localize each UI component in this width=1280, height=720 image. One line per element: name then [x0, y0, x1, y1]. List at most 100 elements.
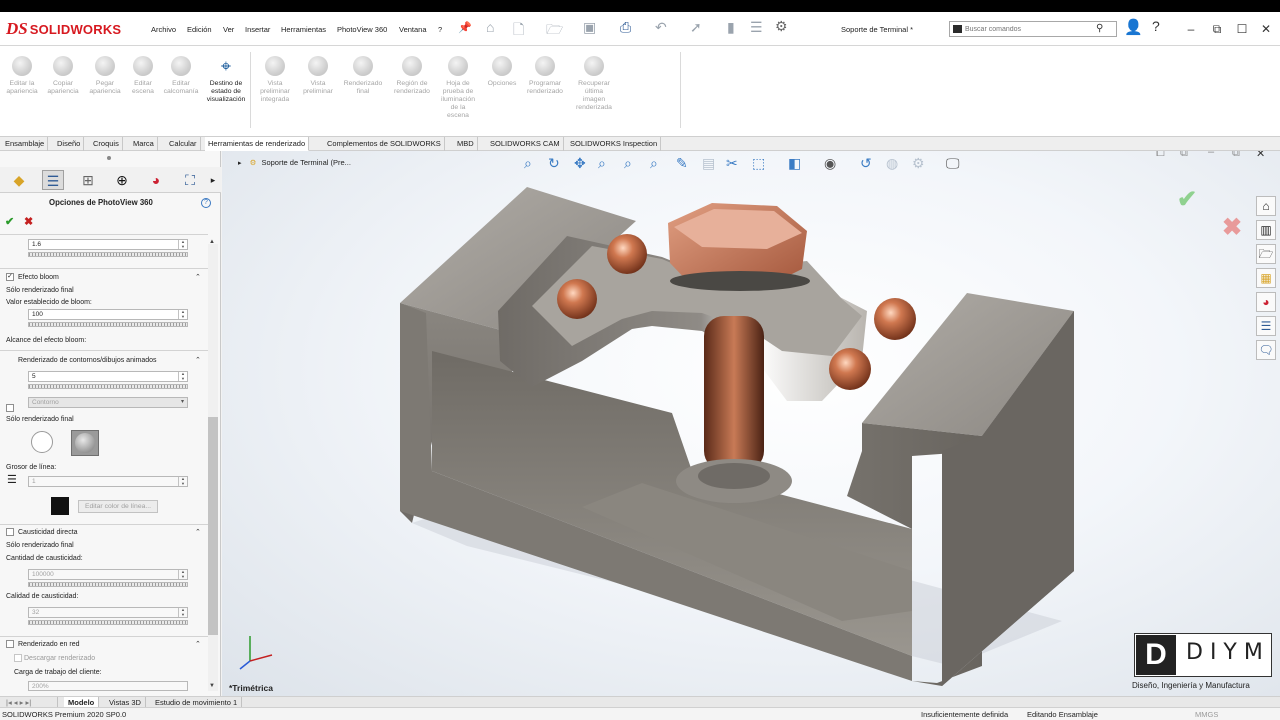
tab-4[interactable]: Calcular — [166, 137, 201, 151]
bloom-checkbox[interactable]: ✓ — [6, 273, 14, 281]
tab-1[interactable]: Diseño — [54, 137, 85, 151]
spin-icon[interactable]: ▲ ▼ — [178, 569, 187, 579]
contour-value-slider[interactable] — [28, 384, 188, 389]
search-commands-box[interactable]: ⚲ — [949, 21, 1117, 37]
menu-edicion[interactable]: Edición — [187, 25, 212, 34]
bloom-value-slider[interactable] — [28, 322, 188, 327]
panel-help-icon[interactable]: ? — [201, 198, 211, 208]
ribbon-button-4[interactable]: Editar calcomanía — [160, 52, 202, 96]
ok-checkmark-icon[interactable]: ✔ — [5, 215, 14, 228]
search-icon[interactable]: ⚲ — [1096, 23, 1103, 34]
ribbon-button-2[interactable]: Pegar apariencia — [85, 52, 125, 96]
file-properties-icon[interactable]: ☰ — [750, 19, 763, 36]
scroll-down-icon[interactable]: ▼ — [209, 683, 215, 689]
panel-scroll-thumb[interactable] — [208, 417, 218, 635]
menu-help[interactable]: ? — [438, 25, 442, 34]
menu-herramientas[interactable]: Herramientas — [281, 25, 326, 34]
menu-ventana[interactable]: Ventana — [399, 25, 427, 34]
options-gear-icon[interactable]: ⚙ — [775, 18, 788, 35]
solidworks-logo[interactable]: DS SOLIDWORKS — [6, 18, 121, 40]
collapse-caustic-icon[interactable]: ⌃ — [195, 528, 201, 536]
menu-photoview[interactable]: PhotoView 360 — [337, 25, 387, 34]
model-render[interactable] — [222, 151, 1280, 696]
top-value-field[interactable]: 1.6 ▲ ▼ — [28, 239, 188, 250]
tab-3[interactable]: Marca — [130, 137, 158, 151]
tab-9[interactable]: SOLIDWORKS Inspection — [567, 137, 662, 151]
display-manager-tab-icon[interactable]: ◕ — [145, 170, 167, 190]
close-icon[interactable]: ✕ — [1258, 21, 1274, 37]
ribbon-button-6[interactable]: Vista preliminar integrada — [254, 52, 296, 104]
pin-icon[interactable]: 📌 — [458, 21, 472, 34]
menu-ver[interactable]: Ver — [223, 25, 234, 34]
search-scope-icon[interactable] — [953, 25, 962, 33]
restore-icon[interactable]: ⧉ — [1209, 21, 1225, 37]
ribbon-button-10[interactable]: Hoja de prueba de iluminación de la escena — [436, 52, 480, 120]
ribbon-button-3[interactable]: Editar escena — [125, 52, 161, 96]
spin-icon[interactable]: ▲ ▼ — [178, 476, 187, 486]
contour-only-final-checkbox[interactable] — [6, 404, 14, 412]
help-icon[interactable]: ? — [1152, 18, 1160, 34]
ribbon-button-7[interactable]: Vista preliminar — [297, 52, 339, 96]
edit-line-color-button[interactable]: Editar color de línea... — [78, 500, 158, 513]
open-folder-icon[interactable]: 🗁 — [546, 19, 563, 43]
client-load-field[interactable]: 200% — [28, 681, 188, 691]
ribbon-button-5[interactable]: ⌖ Destino de estado de visualización — [203, 52, 249, 104]
tab-7[interactable]: MBD — [454, 137, 478, 151]
tabs-scroll-right-icon[interactable]: ▸ — [208, 170, 218, 190]
shaded-style-button[interactable] — [71, 430, 99, 456]
collapse-contour-icon[interactable]: ⌃ — [195, 356, 201, 364]
spin-icon[interactable]: ▲ ▼ — [178, 607, 187, 617]
ribbon-button-13[interactable]: Recuperar última imagen renderizada — [572, 52, 616, 112]
network-render-checkbox[interactable] — [6, 640, 14, 648]
menu-archivo[interactable]: Archivo — [151, 25, 176, 34]
user-icon[interactable]: 👤 — [1124, 18, 1143, 36]
scroll-up-icon[interactable]: ▲ — [209, 239, 215, 245]
search-input[interactable] — [965, 24, 1095, 34]
ribbon-button-11[interactable]: Opciones — [482, 52, 522, 88]
caustic-quality-field[interactable]: 32 ▲ ▼ — [28, 607, 188, 618]
contour-value-field[interactable]: 5 ▲ ▼ — [28, 371, 188, 382]
download-render-checkbox[interactable] — [14, 654, 22, 662]
spin-icon[interactable]: ▲ ▼ — [178, 239, 187, 249]
rebuild-icon[interactable]: ▮ — [727, 19, 735, 36]
ribbon-button-1[interactable]: Copiar apariencia — [43, 52, 83, 96]
home-icon[interactable]: ⌂ — [486, 19, 494, 35]
ribbon-button-8[interactable]: Renderizado final — [340, 52, 386, 96]
cancel-x-icon[interactable]: ✖ — [24, 215, 33, 228]
maximize-icon[interactable]: ☐ — [1234, 21, 1250, 37]
new-document-icon[interactable]: 🗋 — [513, 19, 524, 43]
configuration-manager-tab-icon[interactable]: ⊞ — [77, 170, 99, 190]
caustic-amount-field[interactable]: 100000 ▲ ▼ — [28, 569, 188, 580]
ribbon-button-0[interactable]: Editar la apariencia — [2, 52, 42, 96]
collapse-network-icon[interactable]: ⌃ — [195, 640, 201, 648]
spin-icon[interactable]: ▲ ▼ — [178, 309, 187, 319]
tab-2[interactable]: Croquis — [90, 137, 123, 151]
spin-icon[interactable]: ▲ ▼ — [178, 371, 187, 381]
contour-mode-select[interactable]: Contorno ▾ — [28, 397, 188, 408]
caustic-amount-slider[interactable] — [28, 582, 188, 587]
line-color-swatch[interactable] — [51, 497, 69, 515]
graphics-area[interactable]: ▸ ⚙ Soporte de Terminal (Pre... ⌕ ↻ ✥ ⌕ … — [222, 151, 1280, 696]
menu-insertar[interactable]: Insertar — [245, 25, 270, 34]
tab-6[interactable]: Complementos de SOLIDWORKS — [324, 137, 445, 151]
tab-5[interactable]: Herramientas de renderizado — [205, 137, 310, 151]
top-value-slider[interactable] — [28, 252, 188, 257]
line-thickness-field[interactable]: 1 ▲ ▼ — [28, 476, 188, 487]
status-units[interactable]: MMGS — [1195, 710, 1218, 719]
caustic-quality-slider[interactable] — [28, 620, 188, 625]
minimize-icon[interactable]: – — [1183, 21, 1199, 37]
outline-style-circle-icon[interactable] — [31, 431, 53, 453]
cam-tab-icon[interactable]: ⛶ — [179, 170, 201, 190]
dimxpert-tab-icon[interactable]: ⊕ — [111, 170, 133, 190]
ribbon-button-12[interactable]: Programar renderizado — [522, 52, 568, 96]
save-icon[interactable]: ▣ — [583, 19, 596, 36]
feature-manager-tab-icon[interactable]: ◆ — [8, 170, 30, 190]
select-arrow-icon[interactable]: ➚ — [690, 19, 702, 36]
property-manager-tab-icon[interactable]: ☰ — [42, 170, 64, 190]
caustic-checkbox[interactable] — [6, 528, 14, 536]
bloom-value-field[interactable]: 100 ▲ ▼ — [28, 309, 188, 320]
tab-0[interactable]: Ensamblaje — [2, 137, 49, 151]
dropdown-chevron-icon[interactable]: ▾ — [178, 398, 187, 407]
panel-grip-icon[interactable] — [107, 156, 111, 160]
undo-icon[interactable]: ↶ — [655, 19, 667, 36]
